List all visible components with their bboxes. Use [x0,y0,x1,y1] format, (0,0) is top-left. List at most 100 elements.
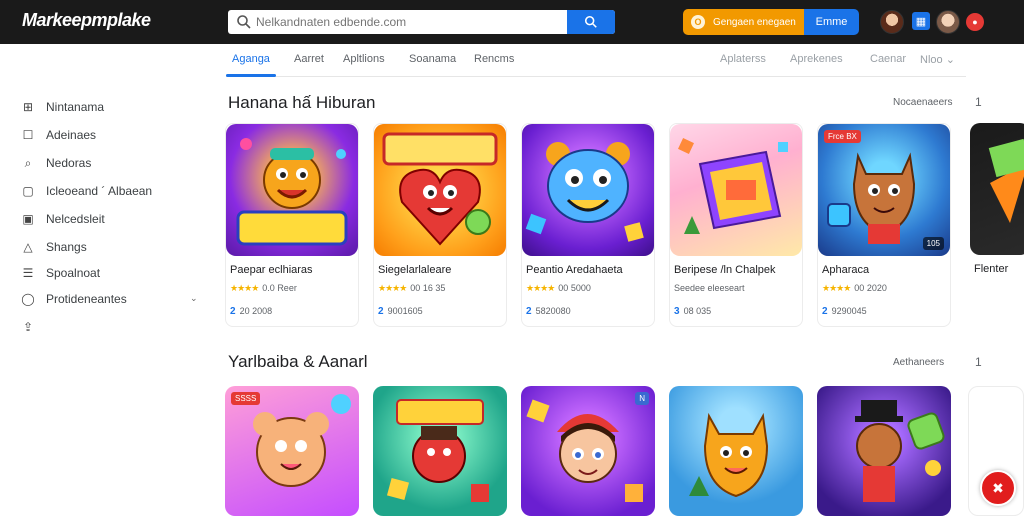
app-meta: ★★★★ 00 16 35 [378,283,445,294]
tab-home[interactable]: Aganga [232,53,270,65]
game-art-icon [689,412,769,498]
app-card[interactable]: Paepar eclhiaras ★★★★ 0.0 Reer 2 20 2008 [225,123,359,327]
section-title: Yarlbaiba & Aanarl [228,352,368,371]
sidebar-item-2[interactable]: ☐ Adeinaes [20,127,96,143]
app-card[interactable] [373,386,507,516]
sidebar-item-8[interactable]: ◯ Protideneantes [20,291,126,307]
see-more-link[interactable]: Aethaneers [893,357,944,368]
next-arrow[interactable]: 1 [975,95,982,109]
app-card[interactable]: Siegelarlaleare ★★★★ 00 16 35 2 9001605 [373,123,507,327]
app-count-text: 9001605 [387,306,423,316]
app-thumbnail [226,124,358,256]
app-meta: ★★★★ 0.0 Reer [230,283,297,294]
section-title: Hanana hấ Hiburan [228,93,376,112]
sidebar-item-1[interactable]: ⊞ Nintanama [20,99,104,115]
search-button[interactable] [567,10,615,34]
app-card[interactable]: Flenter [970,123,1024,327]
app-sub: 16 35 [422,283,446,293]
rating-stars-icon: ★★★★ [822,283,851,293]
square-icon: ☐ [22,128,34,142]
game-art-icon [526,399,643,502]
chevron-down-icon[interactable]: ⌄ [190,293,198,304]
app-count-num: 2 [822,306,828,317]
app-name: Siegelarlaleare [378,264,452,276]
game-art-icon [678,138,788,234]
box-icon: ▣ [22,212,34,226]
next-arrow[interactable]: 1 [975,355,982,369]
app-rating: 00 [854,283,865,293]
tab-4[interactable]: Soanama [409,53,456,65]
top-bar: Markeepmplake O Gengaen enegaen Emme ▦ ● [0,0,1024,44]
close-icon: ✖ [992,479,1004,496]
app-card[interactable]: Peantio Aredahaeta ★★★★ 00 5000 2 5820080 [521,123,655,327]
chevron-down-icon: ⌄ [945,54,955,66]
app-name: Peantio Aredahaeta [526,264,623,276]
grid-icon: ⊞ [22,100,34,114]
app-name: Beripese /ln Chalpek [674,264,776,276]
sidebar-item-6[interactable]: △ Shangs [20,239,86,255]
game-art-icon [253,394,351,487]
promo-label: Gengaen enegaen [713,16,796,28]
profile-avatar[interactable] [936,10,960,34]
tab-right-2[interactable]: Aprekenes [790,53,843,65]
apps-grid-icon[interactable]: ▦ [912,12,930,30]
sidebar-item-label: Nelcedsleit [46,212,105,226]
app-meta: ★★★★ 00 5000 [526,283,591,294]
game-art-icon [855,400,945,502]
sidebar-item-7[interactable]: ☰ Spoalnoat [20,265,100,281]
sidebar-item-9[interactable]: ⇪ [20,319,46,335]
app-card[interactable] [817,386,951,516]
card-badge: 105 [922,237,944,250]
card-badge: Frce BX [824,130,861,143]
app-card[interactable] [669,386,803,516]
tab-more[interactable]: Nloo ⌄ [920,53,955,66]
app-card[interactable]: SSSS [225,386,359,516]
tab-5[interactable]: Rencms [474,53,514,65]
triangle-icon: △ [23,240,33,254]
rating-stars-icon: ★★★★ [378,283,407,293]
search-icon [584,15,597,28]
rating-stars-icon: ★★★★ [526,283,555,293]
app-meta: ★★★★ 00 2020 [822,283,887,294]
notification-icon[interactable]: ● [966,13,984,31]
app-count-num: 2 [526,306,532,317]
app-count-num: 2 [378,306,384,317]
see-more-link[interactable]: Nocaenaeers [893,97,952,108]
app-count: 2 20 2008 [230,306,272,317]
sidebar-item-3[interactable]: ⌕ Nedoras [20,155,92,171]
close-ad-button[interactable]: ✖ [980,470,1016,506]
tab-right-1[interactable]: Aplaterss [720,53,766,65]
app-meta: Seedee eleeseart [674,283,745,293]
search-bar[interactable] [228,10,615,34]
app-count-text: 08 035 [683,306,712,316]
app-card[interactable]: N [521,386,655,516]
search-input[interactable] [256,10,556,34]
avatar[interactable] [880,10,904,34]
sidebar-item-label: Icleoeand ´ Albaean [46,184,153,198]
sidebar-item-5[interactable]: ▣ Nelcedsleit [20,211,105,227]
app-thumbnail [374,124,506,256]
app-card[interactable]: Frce BX 105 Apharaca ★★★★ 00 2020 2 929004… [817,123,951,327]
app-name: Apharaca [822,264,870,276]
tab-3[interactable]: Apltlions [343,53,385,65]
sidebar-item-label: Nedoras [46,156,92,170]
gift-icon: O [691,15,705,29]
app-name: Flenter [974,263,1009,275]
signin-button[interactable]: Emme [804,9,859,35]
app-count: 2 9290045 [822,306,867,317]
app-name: Paepar eclhiaras [230,264,313,276]
app-count-num: 2 [230,306,236,317]
sidebar-item-4[interactable]: ▢ Icleoeand ´ Albaean [20,183,152,199]
tab-2[interactable]: Aarret [294,53,324,65]
tab-bar: Aganga Aarret Apltlions Soanama Rencms A… [226,44,966,77]
app-count-text: 9290045 [831,306,867,316]
sidebar-item-label: Adeinaes [46,128,97,142]
game-art-icon [988,138,1024,223]
app-thumbnail: Frce BX 105 [818,124,950,256]
app-card[interactable]: Beripese /ln Chalpek Seedee eleeseart 30… [669,123,803,327]
tab-right-3[interactable]: Caenar [870,53,906,65]
app-sub: 2020 [866,283,887,293]
promo-button[interactable]: O Gengaen enegaen [683,9,804,35]
rating-stars-icon: ★★★★ [230,283,259,293]
logo[interactable]: Markeepmplake [22,10,151,31]
